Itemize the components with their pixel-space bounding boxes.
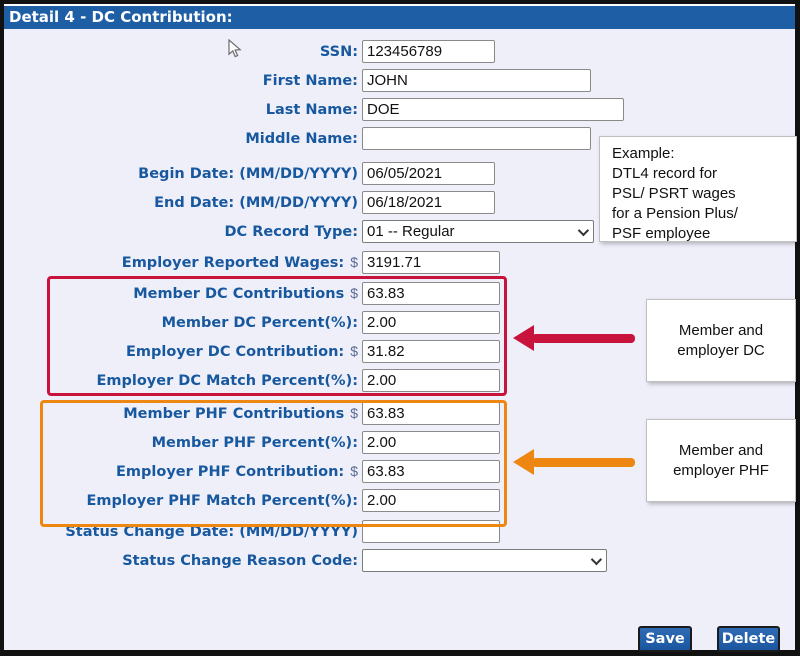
field-label-text: DC Record Type: — [225, 224, 359, 240]
field-label-text: End Date: (MM/DD/YYYY) — [154, 195, 358, 211]
dc-arrow-icon — [513, 325, 635, 351]
end-date-input[interactable] — [362, 191, 495, 214]
field-label-text: Employer PHF Contribution: — [116, 464, 344, 480]
form-row-begin-date: Begin Date: (MM/DD/YYYY) — [4, 159, 624, 188]
field-label-text: Status Change Reason Code: — [122, 553, 358, 569]
field-label-text: First Name: — [263, 73, 358, 89]
field-label-text: SSN: — [320, 44, 358, 60]
status-change-reason-code-select[interactable] — [362, 549, 607, 572]
field-label-text: Employer PHF Match Percent(%): — [86, 493, 358, 509]
dc-record-type-select[interactable]: 01 -- Regular — [362, 220, 594, 243]
status-change-date-input[interactable] — [362, 520, 500, 543]
field-label: Begin Date: (MM/DD/YYYY) — [4, 166, 358, 182]
field-label: End Date: (MM/DD/YYYY) — [4, 195, 358, 211]
employer-dc-match-percent-input[interactable] — [362, 369, 500, 392]
form-row-middle-name: Middle Name: — [4, 124, 624, 153]
form-row-employer-phf-match-percent: Employer PHF Match Percent(%): — [4, 486, 624, 515]
field-label: Member DC Contributions $ — [4, 285, 358, 302]
field-label: Employer PHF Contribution: $ — [4, 463, 358, 480]
currency-symbol: $ — [350, 285, 358, 301]
field-label-text: Employer DC Contribution: — [126, 344, 344, 360]
field-label-text: Begin Date: (MM/DD/YYYY) — [138, 166, 358, 182]
field-label-text: Last Name: — [266, 102, 358, 118]
employer-phf-contribution-input[interactable] — [362, 460, 500, 483]
field-label-text: Middle Name: — [245, 131, 358, 147]
member-dc-contributions-input[interactable] — [362, 282, 500, 305]
field-label-text: Member PHF Contributions — [123, 406, 344, 422]
member-phf-contributions-input[interactable] — [362, 402, 500, 425]
detail4-form-page: Detail 4 - DC Contribution: SSN: First Na… — [4, 4, 795, 650]
field-label: First Name: — [4, 73, 358, 89]
field-label: Last Name: — [4, 102, 358, 118]
delete-button[interactable]: Delete — [717, 626, 780, 652]
field-label: Employer PHF Match Percent(%): — [4, 493, 358, 509]
currency-symbol: $ — [350, 463, 358, 479]
form-row-employer-reported-wages: Employer Reported Wages: $ — [4, 248, 624, 277]
currency-symbol: $ — [350, 405, 358, 421]
phf-callout-note: Member and employer PHF — [646, 419, 796, 502]
chevron-down-icon — [578, 224, 589, 235]
form-rows: SSN: First Name: Last Name: Middle Name: Beg… — [4, 37, 624, 575]
form-row-end-date: End Date: (MM/DD/YYYY) — [4, 188, 624, 217]
first-name-input[interactable] — [362, 69, 591, 92]
example-note: Example: DTL4 record for PSL/ PSRT wages… — [599, 136, 797, 242]
field-label: Employer DC Match Percent(%): — [4, 373, 358, 389]
window-frame: Detail 4 - DC Contribution: SSN: First Na… — [0, 0, 800, 656]
field-label: Member PHF Contributions $ — [4, 405, 358, 422]
field-label: Member PHF Percent(%): — [4, 435, 358, 451]
form-row-dc-record-type: DC Record Type: 01 -- Regular — [4, 217, 624, 246]
select-value: 01 -- Regular — [367, 223, 455, 240]
form-row-status-change-date: Status Change Date: (MM/DD/YYYY) — [4, 517, 624, 546]
form-row-first-name: First Name: — [4, 66, 624, 95]
phf-arrow-icon — [513, 449, 635, 475]
member-dc-percent-input[interactable] — [362, 311, 500, 334]
middle-name-input[interactable] — [362, 127, 591, 150]
field-label: Employer DC Contribution: $ — [4, 343, 358, 360]
begin-date-input[interactable] — [362, 162, 495, 185]
save-button[interactable]: Save — [638, 626, 692, 652]
form-row-member-dc-contributions: Member DC Contributions $ — [4, 279, 624, 308]
field-label: Employer Reported Wages: $ — [4, 254, 358, 271]
field-label: DC Record Type: — [4, 224, 358, 240]
field-label-text: Employer Reported Wages: — [122, 255, 344, 271]
last-name-input[interactable] — [362, 98, 624, 121]
field-label: Middle Name: — [4, 131, 358, 147]
field-label: Member DC Percent(%): — [4, 315, 358, 331]
ssn-input[interactable] — [362, 40, 495, 63]
form-row-status-change-reason-code: Status Change Reason Code: — [4, 546, 624, 575]
currency-symbol: $ — [350, 254, 358, 270]
employer-phf-match-percent-input[interactable] — [362, 489, 500, 512]
form-row-member-phf-contributions: Member PHF Contributions $ — [4, 399, 624, 428]
field-label: Status Change Date: (MM/DD/YYYY) — [4, 524, 358, 540]
field-label-text: Employer DC Match Percent(%): — [96, 373, 358, 389]
chevron-down-icon — [591, 553, 602, 564]
form-row-employer-dc-match-percent: Employer DC Match Percent(%): — [4, 366, 624, 395]
member-phf-percent-input[interactable] — [362, 431, 500, 454]
field-label: SSN: — [4, 44, 358, 60]
dc-callout-note: Member and employer DC — [646, 299, 796, 382]
field-label: Status Change Reason Code: — [4, 553, 358, 569]
page-title: Detail 4 - DC Contribution: — [4, 4, 795, 29]
form-row-ssn: SSN: — [4, 37, 624, 66]
employer-dc-contribution-input[interactable] — [362, 340, 500, 363]
field-label-text: Member PHF Percent(%): — [152, 435, 358, 451]
employer-reported-wages-input[interactable] — [362, 251, 500, 274]
field-label-text: Status Change Date: (MM/DD/YYYY) — [65, 524, 358, 540]
currency-symbol: $ — [350, 343, 358, 359]
field-label-text: Member DC Contributions — [133, 286, 344, 302]
form-row-last-name: Last Name: — [4, 95, 624, 124]
field-label-text: Member DC Percent(%): — [162, 315, 358, 331]
